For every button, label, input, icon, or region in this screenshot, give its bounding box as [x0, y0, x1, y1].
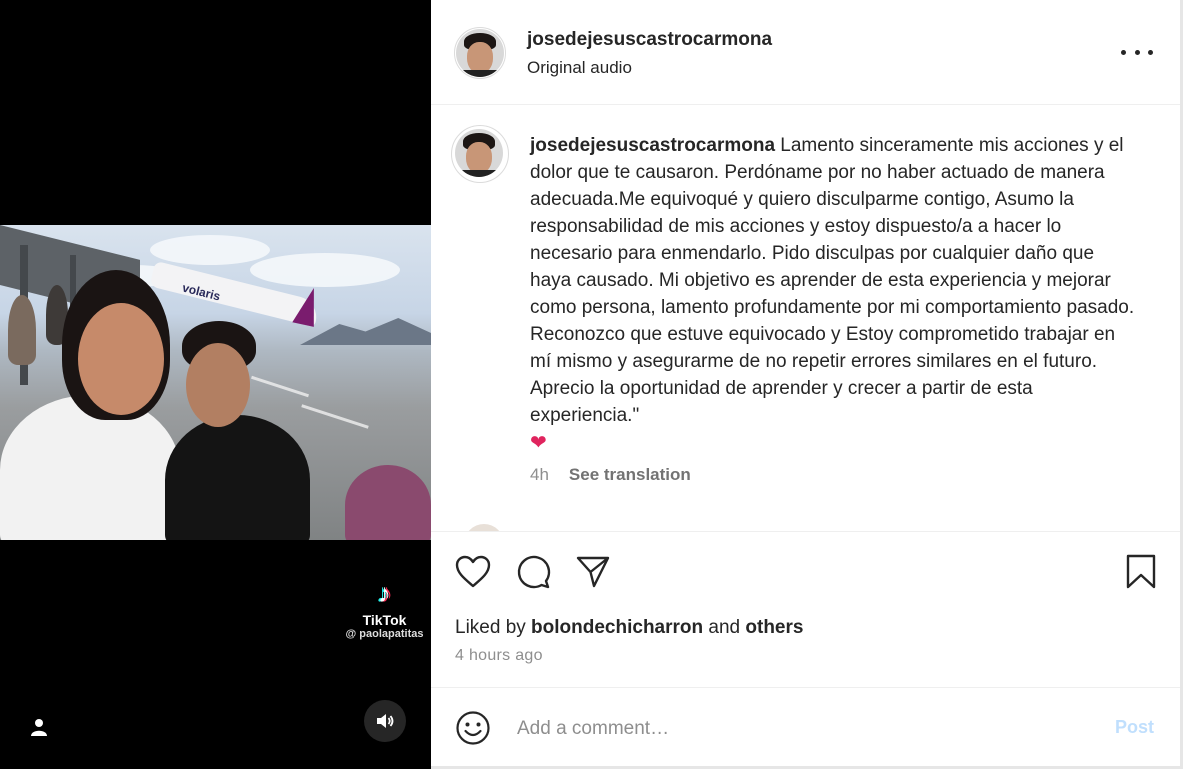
comment-input[interactable]	[515, 710, 1079, 748]
more-options-button[interactable]	[1121, 38, 1153, 66]
liked-user-link[interactable]: bolondechicharron	[531, 617, 703, 638]
caption-meta: 4h See translation	[530, 465, 691, 485]
post-photo: volaris	[0, 225, 431, 540]
author-avatar[interactable]	[456, 29, 504, 77]
heart-emoji-icon: ❤	[530, 432, 547, 454]
liked-prefix: Liked by	[455, 617, 532, 638]
caption-age: 4h	[530, 465, 549, 484]
comments-scroll-area[interactable]: josedejesuscastrocarmona Lamento sincera…	[431, 105, 1180, 531]
tiktok-icon: ♪	[378, 578, 391, 608]
comment-button[interactable]	[513, 552, 553, 592]
caption-username[interactable]: josedejesuscastrocarmona	[530, 135, 775, 156]
liked-others-link[interactable]: others	[745, 617, 803, 638]
tiktok-handle: @ paolapatitas	[345, 628, 424, 640]
bookmark-icon	[1126, 554, 1156, 589]
post-timestamp[interactable]: 4 hours ago	[455, 647, 543, 665]
media-viewer[interactable]: volaris ♪ TikTok @ paolapatitas	[0, 0, 431, 769]
comment-composer: Post	[431, 687, 1180, 767]
post-comment-button[interactable]: Post	[1115, 717, 1154, 738]
user-icon	[31, 719, 47, 736]
post-details-panel: josedejesuscastrocarmona Original audio …	[431, 0, 1180, 766]
share-icon	[576, 556, 610, 588]
speaker-icon	[377, 714, 394, 728]
more-dots-icon	[1121, 49, 1126, 55]
heart-icon	[455, 555, 491, 588]
save-button[interactable]	[1121, 552, 1161, 592]
emoji-icon	[456, 711, 490, 745]
tiktok-brand: TikTok	[362, 612, 407, 628]
post-caption: josedejesuscastrocarmona Lamento sincera…	[530, 132, 1140, 429]
audio-link[interactable]: Original audio	[527, 58, 632, 78]
share-button[interactable]	[573, 552, 613, 592]
comment-icon	[517, 555, 551, 589]
see-translation-link[interactable]: See translation	[569, 465, 691, 484]
like-button[interactable]	[453, 552, 493, 592]
caption-author-avatar[interactable]	[455, 129, 503, 177]
author-username[interactable]: josedejesuscastrocarmona	[527, 29, 772, 51]
likes-summary: Liked by bolondechicharron and others	[455, 617, 803, 639]
next-comment-avatar[interactable]	[464, 524, 504, 531]
tiktok-watermark: ♪ TikTok @ paolapatitas	[342, 580, 427, 640]
liked-and: and	[703, 617, 746, 638]
sound-toggle-button[interactable]	[364, 700, 406, 742]
emoji-picker-button[interactable]	[453, 708, 493, 748]
action-bar: Liked by bolondechicharron and others 4 …	[431, 531, 1180, 688]
post-header: josedejesuscastrocarmona Original audio	[431, 0, 1180, 105]
caption-text: Lamento sinceramente mis acciones y el d…	[530, 135, 1135, 426]
tagged-users-button[interactable]	[22, 710, 56, 744]
